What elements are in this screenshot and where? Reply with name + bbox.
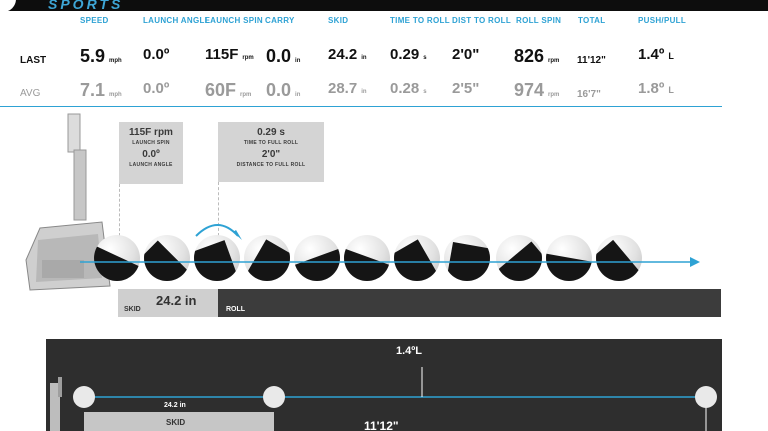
mini-total-distance: 11'12"	[364, 419, 399, 431]
top-view-panel: 1.4ºL 24.2 in SKID 11'12"	[46, 339, 722, 431]
mini-skid-label: SKID	[166, 418, 186, 427]
roll-label: ROLL	[226, 306, 246, 313]
push-pull-marker-label: 1.4ºL	[396, 345, 423, 357]
skid-distance-value: 24.2 in	[156, 293, 197, 308]
skid-label: SKID	[124, 306, 141, 313]
mini-skid-value: 24.2 in	[164, 402, 186, 409]
